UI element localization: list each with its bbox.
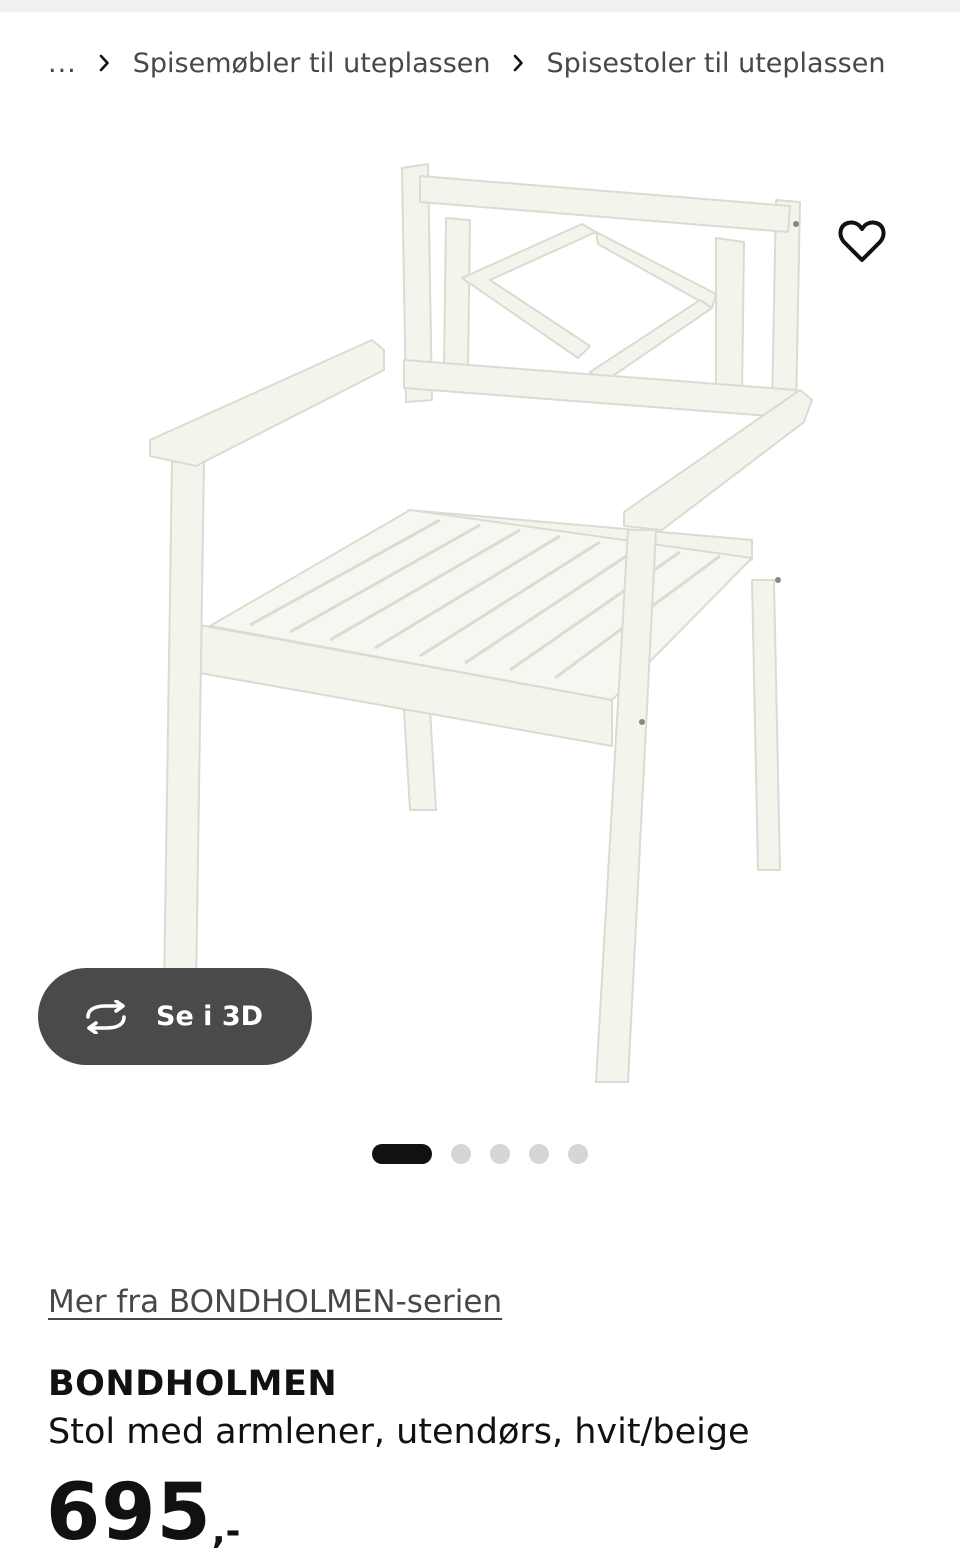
chair-illustration bbox=[149, 163, 813, 1083]
product-name: BONDHOLMEN bbox=[48, 1364, 338, 1404]
carousel-dot-2[interactable] bbox=[451, 1144, 471, 1164]
breadcrumb: ... Spisemøbler til uteplassen Spisestol… bbox=[48, 42, 907, 84]
product-image[interactable] bbox=[0, 110, 960, 1110]
breadcrumb-item-spisemobler[interactable]: Spisemøbler til uteplassen bbox=[133, 48, 491, 79]
chevron-right-icon bbox=[513, 54, 525, 72]
breadcrumb-item-spisestoler[interactable]: Spisestoler til uteplassen bbox=[547, 48, 886, 79]
product-price: 695 ,- bbox=[46, 1474, 240, 1552]
favorite-button[interactable] bbox=[834, 214, 890, 270]
product-description: Stol med armlener, utendørs, hvit/beige bbox=[48, 1412, 750, 1452]
view-in-3d-button[interactable]: Se i 3D bbox=[38, 968, 312, 1065]
view-in-3d-label: Se i 3D bbox=[156, 1001, 264, 1032]
top-strip bbox=[0, 0, 960, 12]
carousel-dot-5[interactable] bbox=[568, 1144, 588, 1164]
rotate-arrows-icon bbox=[80, 999, 132, 1034]
carousel-dot-1[interactable] bbox=[372, 1144, 432, 1164]
price-decimal: ,- bbox=[211, 1511, 241, 1552]
breadcrumb-ellipsis[interactable]: ... bbox=[48, 48, 77, 79]
carousel-indicator bbox=[372, 1143, 588, 1165]
carousel-dot-4[interactable] bbox=[529, 1144, 549, 1164]
series-link[interactable]: Mer fra BONDHOLMEN-serien bbox=[48, 1284, 502, 1320]
carousel-dot-3[interactable] bbox=[490, 1144, 510, 1164]
heart-outline-icon bbox=[838, 220, 886, 262]
price-integer: 695 bbox=[46, 1474, 212, 1552]
chevron-right-icon bbox=[99, 54, 111, 72]
